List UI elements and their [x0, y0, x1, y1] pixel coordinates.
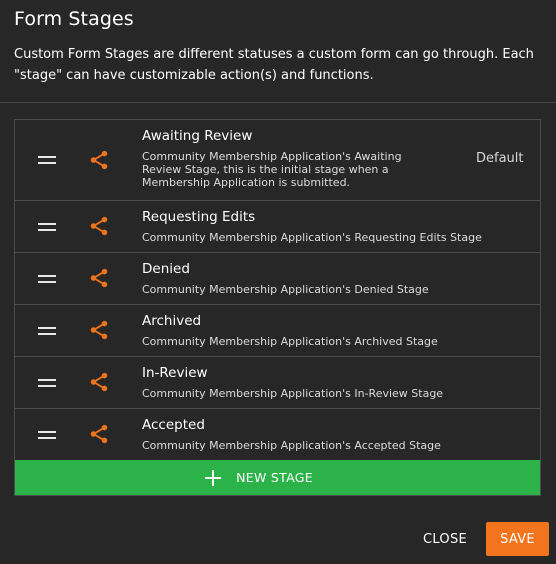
drag-handle-icon[interactable]: [38, 431, 56, 439]
stage-description: Community Membership Application's Denie…: [142, 283, 429, 296]
share-icon[interactable]: [88, 371, 110, 393]
drag-handle-icon[interactable]: [38, 275, 56, 283]
stage-row-awaiting-review[interactable]: Awaiting Review Community Membership App…: [15, 120, 540, 201]
stage-name: In-Review: [142, 365, 208, 381]
default-badge: Default: [476, 151, 524, 166]
stage-list: Awaiting Review Community Membership App…: [14, 119, 541, 496]
save-button[interactable]: SAVE: [486, 522, 549, 556]
share-icon[interactable]: [88, 267, 110, 289]
stage-name: Accepted: [142, 417, 205, 433]
stage-description: Community Membership Application's Accep…: [142, 439, 441, 452]
close-button[interactable]: CLOSE: [414, 522, 476, 556]
dialog-title: Form Stages: [14, 8, 134, 30]
plus-icon: [204, 469, 222, 487]
stage-name: Awaiting Review: [142, 128, 253, 144]
stage-row-archived[interactable]: Archived Community Membership Applicatio…: [15, 305, 540, 357]
share-icon[interactable]: [88, 215, 110, 237]
stage-name: Denied: [142, 261, 190, 277]
stage-row-denied[interactable]: Denied Community Membership Application'…: [15, 253, 540, 305]
drag-handle-icon[interactable]: [38, 223, 56, 231]
stage-description: Community Membership Application's In-Re…: [142, 387, 444, 400]
header-divider: [0, 102, 556, 103]
form-stages-dialog: Form Stages Custom Form Stages are diffe…: [0, 0, 556, 564]
new-stage-label: NEW STAGE: [236, 470, 313, 485]
dialog-description: Custom Form Stages are different statuse…: [14, 47, 534, 83]
stage-name: Requesting Edits: [142, 209, 256, 225]
drag-handle-icon[interactable]: [38, 379, 56, 387]
new-stage-button[interactable]: NEW STAGE: [15, 460, 540, 495]
stage-description: Community Membership Application's Archi…: [142, 335, 438, 348]
stage-description: Community Membership Application's Await…: [142, 150, 402, 189]
stage-name: Archived: [142, 313, 202, 329]
drag-handle-icon[interactable]: [38, 156, 56, 164]
stage-description: Community Membership Application's Reque…: [142, 231, 482, 244]
stage-row-accepted[interactable]: Accepted Community Membership Applicatio…: [15, 409, 540, 460]
share-icon[interactable]: [88, 423, 110, 445]
share-icon[interactable]: [88, 319, 110, 341]
drag-handle-icon[interactable]: [38, 327, 56, 335]
share-icon[interactable]: [88, 149, 110, 171]
stage-row-requesting-edits[interactable]: Requesting Edits Community Membership Ap…: [15, 201, 540, 253]
stage-row-in-review[interactable]: In-Review Community Membership Applicati…: [15, 357, 540, 409]
